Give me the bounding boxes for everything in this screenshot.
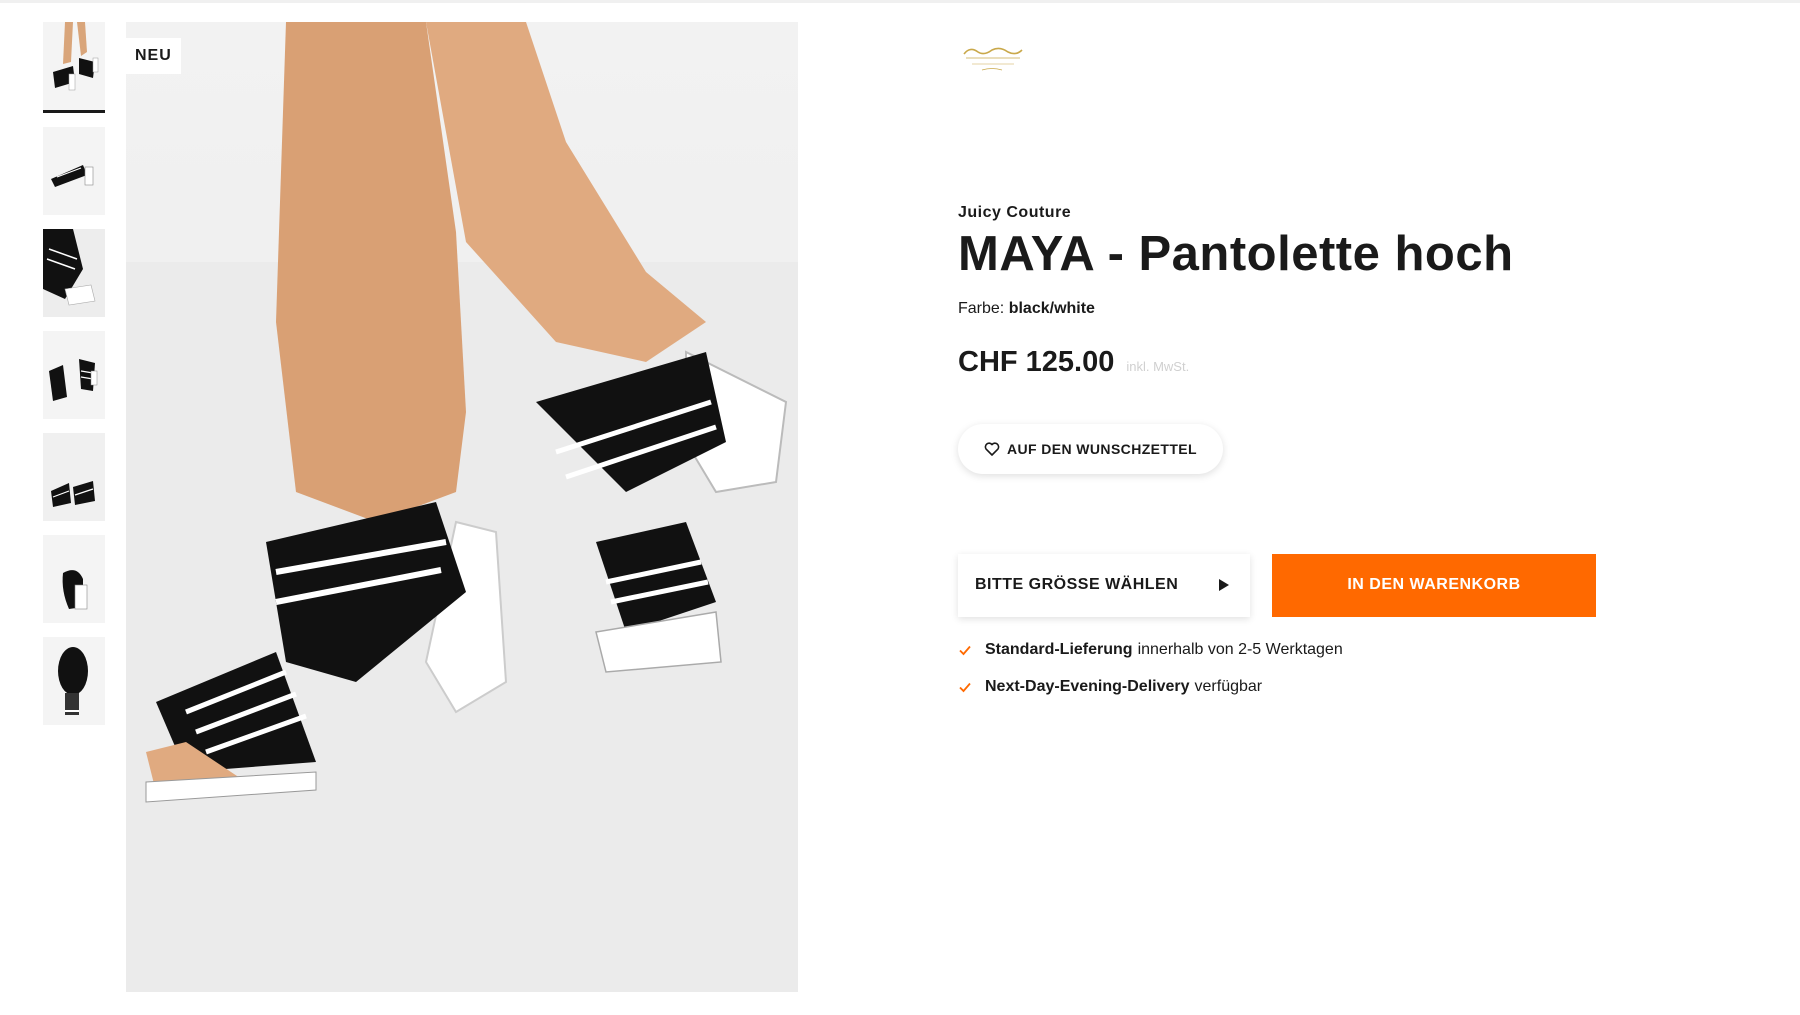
delivery-standard-text: innerhalb von 2-5 Werktagen [1137, 640, 1343, 658]
add-to-cart-button[interactable]: IN DEN WARENKORB [1272, 553, 1596, 617]
color-value: black/white [1008, 299, 1095, 317]
thumbnail-3[interactable] [43, 229, 105, 317]
color-label: Farbe: [958, 299, 1005, 317]
color-row: Farbe: black/white [958, 300, 1658, 318]
thumbnail-2[interactable] [43, 127, 105, 215]
vat-note: inkl. MwSt. [1126, 358, 1190, 374]
top-divider [0, 0, 1800, 3]
wishlist-button[interactable]: AUF DEN WUNSCHZETTEL [958, 423, 1223, 474]
checkmark-icon [959, 682, 971, 693]
thumbnail-6[interactable] [43, 535, 105, 623]
delivery-nextday-title: Next-Day-Evening-Delivery [985, 677, 1190, 695]
price-row: CHF 125.00 inkl. MwSt. [958, 346, 1658, 379]
play-arrow-icon [1219, 579, 1229, 592]
delivery-info: Standard-Lieferung innerhalb von 2-5 Wer… [958, 639, 1658, 698]
new-badge: NEU [126, 38, 181, 74]
size-select-label: BITTE GRÖSSE WÄHLEN [975, 576, 1179, 594]
product-title: MAYA - Pantolette hoch [958, 227, 1514, 281]
delivery-nextday-text: verfügbar [1194, 677, 1263, 695]
thumbnail-1[interactable] [43, 22, 105, 113]
product-page: NEU Juicy Couture MAYA - Pantolette hoch… [0, 0, 1800, 1015]
thumbnail-strip [43, 22, 105, 739]
brand-logo[interactable] [958, 40, 1028, 80]
main-product-image[interactable] [126, 22, 798, 992]
thumbnail-5[interactable] [43, 433, 105, 521]
price: CHF 125.00 [958, 345, 1115, 378]
delivery-item-standard: Standard-Lieferung innerhalb von 2-5 Wer… [958, 639, 1658, 661]
wishlist-label: AUF DEN WUNSCHZETTEL [1007, 440, 1197, 457]
product-info: Juicy Couture MAYA - Pantolette hoch Far… [958, 40, 1658, 713]
delivery-item-nextday: Next-Day-Evening-Delivery verfügbar [958, 676, 1658, 698]
thumbnail-4[interactable] [43, 331, 105, 419]
purchase-actions: BITTE GRÖSSE WÄHLEN IN DEN WARENKORB [958, 553, 1658, 617]
brand-name[interactable]: Juicy Couture [958, 204, 1658, 222]
thumbnail-7[interactable] [43, 637, 105, 725]
delivery-standard-title: Standard-Lieferung [985, 640, 1133, 658]
heart-icon [984, 442, 1000, 456]
size-select[interactable]: BITTE GRÖSSE WÄHLEN [958, 553, 1250, 617]
checkmark-icon [959, 645, 971, 656]
